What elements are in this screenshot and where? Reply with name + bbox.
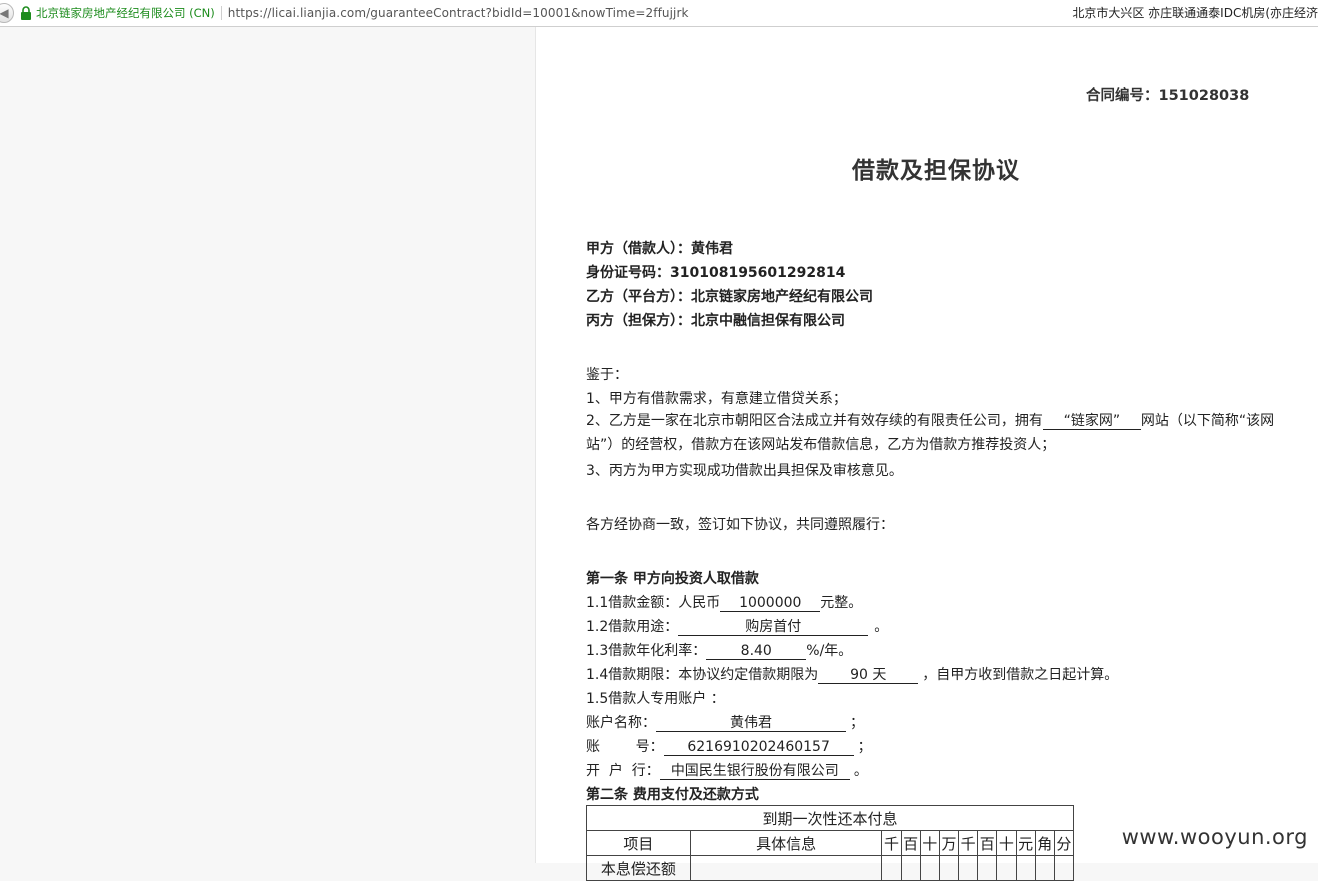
- watermark: www.wooyun.org: [1121, 825, 1308, 849]
- digit-header: 十: [996, 830, 1017, 856]
- digit-header: 角: [1034, 830, 1055, 856]
- cell: [996, 855, 1017, 881]
- loan-term-suffix: ，自甲方收到借款之日起计算。: [922, 667, 1119, 683]
- cell: [977, 855, 998, 881]
- digit-header: 百: [900, 830, 921, 856]
- digit-header: 十: [919, 830, 940, 856]
- site-name: “链家网”: [1042, 413, 1141, 430]
- account-number-label: 账 号：: [586, 739, 664, 755]
- cell: [938, 855, 960, 881]
- loan-purpose-label: 1.2借款用途：: [586, 619, 679, 635]
- digit-header: 分: [1053, 830, 1075, 856]
- interest-rate-label: 1.3借款年化利率：: [586, 643, 707, 659]
- cell: [1053, 855, 1075, 881]
- cell: [689, 855, 883, 881]
- row-label: 本息偿还额: [586, 855, 691, 881]
- loan-purpose: 1.2借款用途： 购房首付。: [586, 616, 888, 636]
- location-text: 北京市大兴区 亦庄联通通泰IDC机房(亦庄经济: [1072, 6, 1318, 20]
- party-b: 乙方（平台方）：北京链家房地产经纪有限公司: [586, 289, 873, 305]
- contract-title: 借款及担保协议: [852, 158, 1020, 184]
- table-row: 项目 具体信息 千 百 十 万 千 百 十 元 角 分: [586, 830, 1075, 856]
- article-2-title: 第二条 费用支付及还款方式: [586, 787, 759, 803]
- contract-document: 合同编号：151028038 借款及担保协议 甲方（借款人）：黄伟君 身份证号码…: [535, 27, 1318, 881]
- loan-amount-suffix: 元整。: [820, 595, 863, 611]
- table-header-item: 项目: [586, 830, 691, 856]
- account-number-end: ；: [857, 739, 872, 755]
- account-heading: 1.5借款人专用账户 ：: [586, 691, 725, 707]
- loan-amount: 1.1借款金额：人民币 1000000 元整。: [586, 592, 862, 612]
- digit-header: 元: [1015, 830, 1036, 856]
- cell: [919, 855, 940, 881]
- table-caption: 到期一次性还本付息: [586, 805, 1074, 831]
- cell: [900, 855, 921, 881]
- account-name-end: ；: [850, 715, 864, 731]
- loan-purpose-suffix: 。: [874, 619, 889, 635]
- id-number: 身份证号码：310108195601292814: [586, 265, 846, 281]
- recital-1: 1、甲方有借款需求，有意建立借贷关系；: [586, 391, 847, 407]
- browser-address-bar: ◀ 北京链家房地产经纪有限公司 (CN) https://licai.lianj…: [0, 0, 1318, 27]
- whereas-heading: 鉴于：: [586, 367, 628, 383]
- cell: [958, 855, 979, 881]
- article-1-title: 第一条 甲方向投资人取借款: [586, 571, 759, 587]
- back-icon[interactable]: ◀: [0, 3, 14, 23]
- recital-3: 3、丙方为甲方实现成功借款出具担保及审核意见。: [586, 463, 903, 479]
- recital-2-text: 2、乙方是一家在北京市朝阳区合法成立并有效存续的有限责任公司，拥有: [586, 413, 1043, 429]
- loan-purpose-value: 购房首付: [678, 619, 869, 636]
- lock-icon: [21, 6, 31, 20]
- account-number: 账 号： 6216910202460157；: [586, 736, 872, 756]
- digit-header: 百: [977, 830, 998, 856]
- party-a: 甲方（借款人）：黄伟君: [586, 241, 733, 257]
- account-name-label: 账户名称：: [586, 715, 656, 731]
- bank-label: 开 户 行：: [586, 763, 660, 779]
- interest-rate-suffix: %/年。: [806, 643, 853, 659]
- certificate-name[interactable]: 北京链家房地产经纪有限公司 (CN): [36, 5, 215, 21]
- repayment-table: 到期一次性还本付息 项目 具体信息 千 百 十 万 千 百 十 元 角 分 本息…: [586, 805, 1075, 881]
- loan-amount-value: 1000000: [720, 595, 821, 612]
- loan-term-label: 1.4借款期限：本协议约定借款期限为: [586, 667, 819, 683]
- table-row: 本息偿还额: [586, 855, 1075, 881]
- digit-header: 千: [958, 830, 979, 856]
- blank-pane: [0, 27, 535, 863]
- loan-term-value: 90 天: [818, 667, 919, 684]
- bank-end: 。: [853, 763, 868, 779]
- cell: [881, 855, 902, 881]
- contract-number: 合同编号：151028038: [1086, 88, 1250, 104]
- agreement-statement: 各方经协商一致，签订如下协议，共同遵照履行：: [586, 517, 894, 533]
- cell: [1015, 855, 1036, 881]
- cell: [1034, 855, 1055, 881]
- account-name-value: 黄伟君: [656, 715, 846, 732]
- account-number-value: 6216910202460157: [663, 739, 854, 756]
- url-field[interactable]: https://licai.lianjia.com/guaranteeContr…: [228, 6, 689, 20]
- digit-header: 万: [938, 830, 960, 856]
- account-name: 账户名称： 黄伟君；: [586, 712, 864, 732]
- divider: [220, 6, 222, 20]
- table-row: 到期一次性还本付息: [586, 805, 1074, 831]
- loan-term: 1.4借款期限：本协议约定借款期限为 90 天，自甲方收到借款之日起计算。: [586, 664, 1118, 684]
- loan-amount-label: 1.1借款金额：人民币: [586, 595, 721, 611]
- bank-value: 中国民生银行股份有限公司: [659, 763, 850, 780]
- digit-header: 千: [881, 830, 902, 856]
- bank: 开 户 行： 中国民生银行股份有限公司。: [586, 760, 868, 780]
- party-c: 丙方（担保方）：北京中融信担保有限公司: [586, 313, 845, 329]
- interest-rate: 1.3借款年化利率： 8.40 %/年。: [586, 640, 852, 660]
- table-header-info: 具体信息: [689, 830, 883, 856]
- interest-rate-value: 8.40: [706, 643, 807, 660]
- recital-2: 2、乙方是一家在北京市朝阳区合法成立并有效存续的有限责任公司，拥有 “链家网” 网站…: [586, 409, 1296, 457]
